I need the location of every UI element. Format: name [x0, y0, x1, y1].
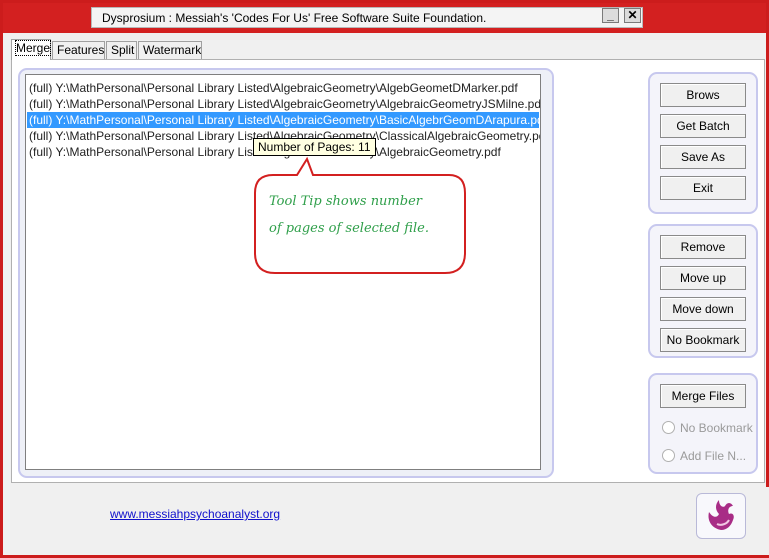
tab-watermark-label: Watermark — [143, 43, 202, 57]
close-button[interactable]: ✕ — [624, 8, 641, 23]
move-up-button[interactable]: Move up — [660, 266, 746, 290]
tab-merge[interactable]: Merge — [11, 39, 52, 60]
tab-features-label: Features — [57, 43, 105, 57]
list-item[interactable]: (full) Y:\MathPersonal\Personal Library … — [27, 96, 540, 112]
close-icon: ✕ — [627, 8, 638, 22]
merge-files-button[interactable]: Merge Files — [660, 384, 746, 408]
radio-add-file-name[interactable]: Add File N... — [662, 448, 746, 464]
callout-line-1: Tool Tip shows number — [269, 194, 422, 209]
footer-bar: www.messiahpsychoanalyst.org — [6, 487, 769, 555]
title-box: Dysprosium : Messiah's 'Codes For Us' Fr… — [91, 7, 643, 28]
tab-split[interactable]: Split — [106, 41, 137, 59]
app-window: Dysprosium : Messiah's 'Codes For Us' Fr… — [0, 0, 769, 558]
no-bookmark-button[interactable]: No Bookmark — [660, 328, 746, 352]
exit-button[interactable]: Exit — [660, 176, 746, 200]
tab-features[interactable]: Features — [52, 41, 105, 59]
remove-button[interactable]: Remove — [660, 235, 746, 259]
website-link[interactable]: www.messiahpsychoanalyst.org — [110, 507, 280, 521]
list-item[interactable]: (full) Y:\MathPersonal\Personal Library … — [27, 80, 518, 96]
logo-button[interactable] — [696, 493, 746, 539]
radio-no-bookmark[interactable]: No Bookmark — [662, 420, 753, 436]
radio-circle-icon — [662, 449, 675, 462]
minimize-button[interactable]: _ — [602, 8, 619, 23]
radio-add-file-name-label: Add File N... — [680, 449, 747, 463]
merge-panel: Merge Files No Bookmark Add File N... — [648, 373, 758, 474]
callout-line-2: of pages of selected file. — [269, 221, 429, 236]
tab-split-label: Split — [111, 43, 135, 57]
list-item-selected[interactable]: (full) Y:\MathPersonal\Personal Library … — [27, 112, 540, 128]
callout-text: Tool Tip shows number of pages of select… — [269, 188, 459, 242]
window-title: Dysprosium : Messiah's 'Codes For Us' Fr… — [102, 11, 487, 25]
tab-watermark[interactable]: Watermark — [138, 41, 202, 59]
phoenix-logo-icon — [708, 500, 734, 530]
get-batch-button[interactable]: Get Batch — [660, 114, 746, 138]
file-actions-panel: Brows Get Batch Save As Exit — [648, 72, 758, 214]
tab-merge-label: Merge — [14, 40, 52, 56]
minimize-icon: _ — [607, 8, 614, 22]
browse-button[interactable]: Brows — [660, 83, 746, 107]
title-bar[interactable]: Dysprosium : Messiah's 'Codes For Us' Fr… — [3, 3, 766, 33]
list-actions-panel: Remove Move up Move down No Bookmark — [648, 224, 758, 358]
move-down-button[interactable]: Move down — [660, 297, 746, 321]
radio-circle-icon — [662, 421, 675, 434]
save-as-button[interactable]: Save As — [660, 145, 746, 169]
radio-no-bookmark-label: No Bookmark — [680, 421, 753, 435]
